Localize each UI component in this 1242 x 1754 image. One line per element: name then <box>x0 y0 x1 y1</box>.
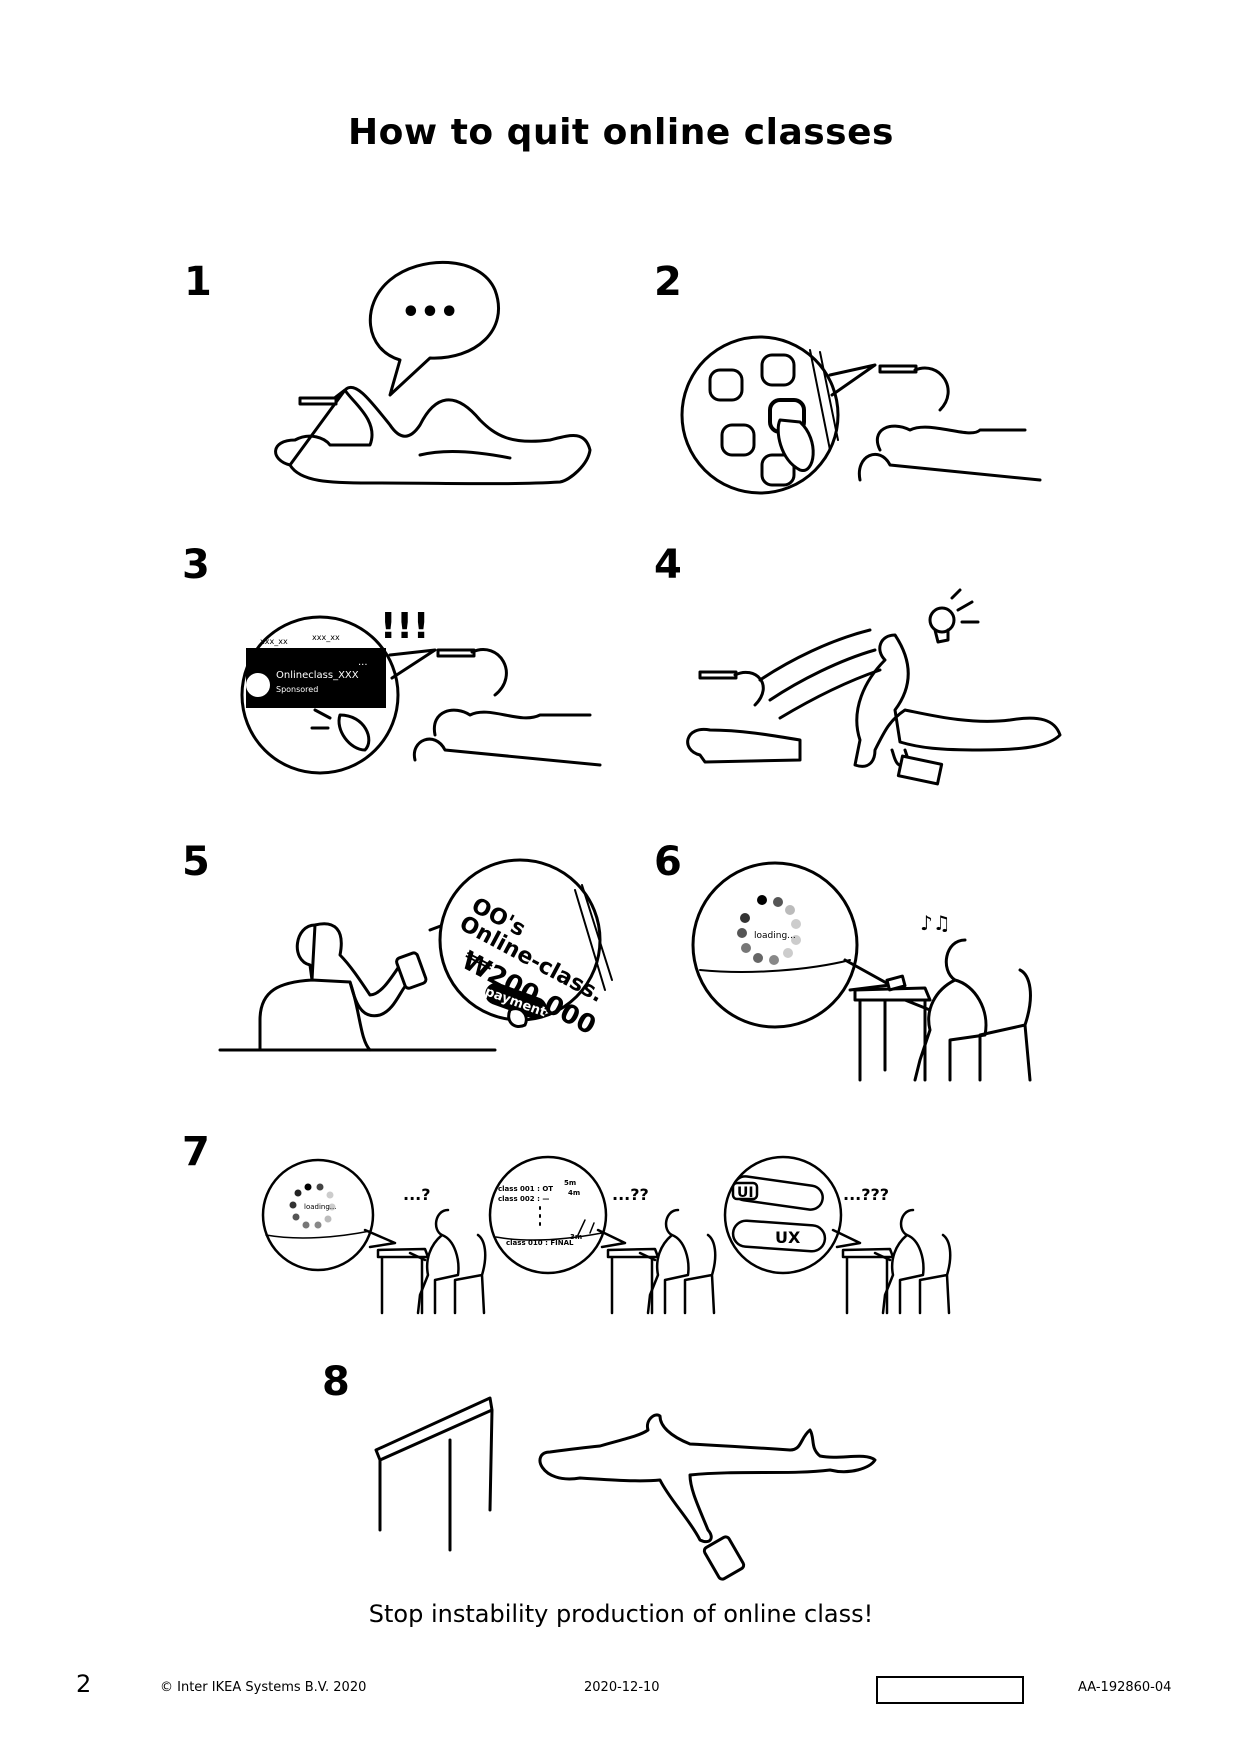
step-6-illustration: loading... ♪♫ <box>690 860 1070 1090</box>
finger-icon <box>337 713 371 752</box>
step-7-panel-b: class 001 : OT 5m class 002 : — 4m class… <box>488 1155 717 1315</box>
lesson-row-1-time: 5m <box>564 1179 576 1187</box>
zoom-circle <box>488 1155 608 1275</box>
phone-icon <box>698 670 738 680</box>
page-title: How to quit online classes <box>348 112 894 153</box>
step-number-2: 2 <box>654 259 682 305</box>
document-id: AA-192860-04 <box>1078 1680 1172 1695</box>
reaction-text: ...? <box>403 1185 431 1204</box>
step-7-illustration: loading... ...? class 001 : OT 5m class … <box>260 1155 1040 1315</box>
lesson-row-2-title: class 002 : — <box>498 1195 549 1203</box>
phone-icon <box>298 396 338 406</box>
story-tag-left: xxx_xx <box>260 637 288 646</box>
loading-text: loading... <box>304 1203 336 1211</box>
zoom-circle <box>261 1158 375 1272</box>
step-number-6: 6 <box>654 839 682 885</box>
step-number-5: 5 <box>182 839 210 885</box>
step-number-1: 1 <box>184 259 212 305</box>
loading-text: loading... <box>754 931 796 941</box>
caption: Stop instability production of online cl… <box>368 1600 874 1628</box>
lesson-row-3-time: 3m <box>570 1233 582 1241</box>
step-2-illustration <box>680 330 1060 500</box>
step-number-7: 7 <box>182 1129 210 1175</box>
document-date: 2020-12-10 <box>584 1680 660 1695</box>
ad-name: Onlineclass_XXX <box>276 670 359 681</box>
step-1-illustration: ••• <box>270 250 630 500</box>
ui-label: UI <box>737 1185 754 1201</box>
app-icon <box>708 368 744 402</box>
step-5-illustration: OO's Online-class. ₩200,000 payment <box>218 858 620 1070</box>
step-number-3: 3 <box>182 542 210 588</box>
zoom-circle <box>691 861 859 1029</box>
ad-avatar <box>246 673 270 697</box>
finger-icon <box>507 1007 528 1028</box>
zoom-circle <box>723 1155 843 1275</box>
copyright-text: © Inter IKEA Systems B.V. 2020 <box>160 1680 367 1695</box>
ad-sponsored: Sponsored <box>276 685 318 694</box>
lesson-row-1-title: class 001 : OT <box>498 1185 553 1193</box>
page-number: 2 <box>76 1670 92 1698</box>
phone-icon <box>436 648 476 658</box>
exclamation-text: !!! <box>380 606 429 647</box>
table <box>374 1396 494 1552</box>
zoom-circle <box>680 335 840 495</box>
step-number-4: 4 <box>654 542 682 588</box>
lesson-row-3-title: class 010 : FINAL <box>506 1239 574 1247</box>
lesson-row-2-time: 4m <box>568 1189 580 1197</box>
finger-icon <box>776 418 815 472</box>
reaction-text: ...??? <box>843 1185 889 1204</box>
lightbulb-icon <box>928 606 956 634</box>
ad-more-icon: ... <box>358 657 368 668</box>
phone-icon <box>878 364 918 374</box>
bubble-dots: ••• <box>401 295 459 330</box>
reaction-text: ...?? <box>612 1185 649 1204</box>
story-tag-right: xxx_xx <box>312 633 340 642</box>
app-icon <box>720 423 756 457</box>
ux-label: UX <box>775 1228 801 1247</box>
step-8-illustration <box>370 1390 890 1581</box>
step-4-illustration <box>680 588 1080 790</box>
step-7-panel-c: UI UX ...??? <box>723 1155 952 1315</box>
step-3-illustration: !!! Onlineclass_XXX Sponsored ... xxx_xx… <box>240 600 620 780</box>
app-icon <box>760 353 796 387</box>
phone-icon <box>395 951 428 990</box>
step-number-8: 8 <box>322 1359 350 1405</box>
blank-box <box>876 1676 1024 1704</box>
music-note-icon: ♪♫ <box>920 911 951 935</box>
phone-icon <box>885 974 907 992</box>
step-7-panel-a: loading... ...? <box>261 1158 487 1315</box>
chalk-outline-body <box>538 1413 877 1544</box>
dropped-phone-icon <box>896 754 944 786</box>
